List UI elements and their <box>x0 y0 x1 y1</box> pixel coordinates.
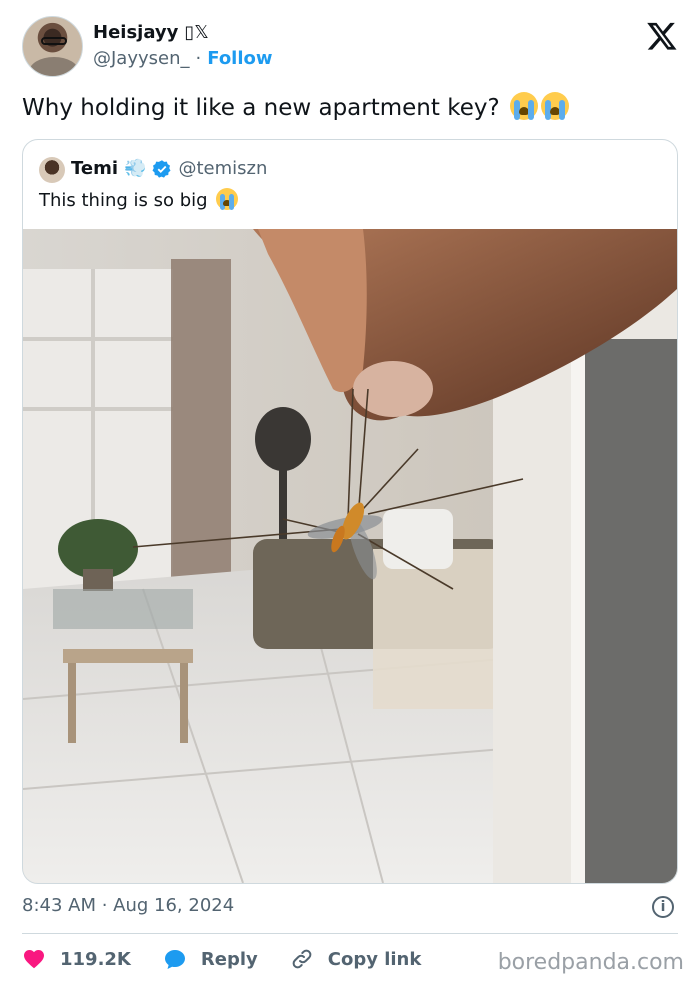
copy-link-label: Copy link <box>327 948 422 970</box>
action-bar: 119.2K Reply Copy link <box>22 944 453 974</box>
quoted-body: This thing is so big <box>39 190 208 211</box>
dash-icon: 💨 <box>124 158 147 179</box>
quoted-author-avatar[interactable] <box>39 157 65 183</box>
x-logo-icon[interactable] <box>646 20 678 52</box>
author-handle-row: @Jayysen_ · Follow <box>93 48 273 69</box>
heart-icon <box>24 950 44 969</box>
link-icon <box>292 949 312 969</box>
like-button[interactable]: 119.2K <box>22 947 131 971</box>
like-count: 119.2K <box>60 948 131 970</box>
quoted-handle[interactable]: @temiszn <box>178 158 267 179</box>
author-avatar[interactable] <box>22 16 83 77</box>
tweet-text: Why holding it like a new apartment key? <box>22 92 569 124</box>
tweet-body: Why holding it like a new apartment key? <box>22 95 500 121</box>
watermark: boredpanda.com <box>497 950 684 975</box>
author-name-suffix: ▯𝕏 <box>184 22 209 43</box>
quoted-text: This thing is so big <box>39 188 239 214</box>
quoted-display-name[interactable]: Temi <box>71 158 118 179</box>
copy-link-button[interactable]: Copy link <box>290 947 422 971</box>
reply-button[interactable]: Reply <box>163 947 258 971</box>
info-icon[interactable]: i <box>652 896 674 918</box>
loudly-crying-face-icon <box>509 92 538 120</box>
divider <box>22 933 678 934</box>
follow-button[interactable]: Follow <box>207 48 272 69</box>
separator-dot: · <box>195 48 202 69</box>
author-handle[interactable]: @Jayysen_ <box>93 48 190 69</box>
quoted-author-row: Temi 💨 @temiszn <box>71 158 267 179</box>
tweet-header: Heisjayy ▯𝕏 @Jayysen_ · Follow <box>22 16 678 78</box>
loudly-crying-face-icon <box>540 92 569 120</box>
reply-icon <box>164 950 185 969</box>
tweet-timestamp[interactable]: 8:43 AM · Aug 16, 2024 <box>22 895 234 916</box>
author-name-row: Heisjayy ▯𝕏 <box>93 22 209 43</box>
reply-label: Reply <box>200 948 258 970</box>
quoted-media-photo[interactable] <box>23 229 677 883</box>
quoted-tweet-card[interactable]: Temi 💨 @temiszn This thing is so big <box>22 139 678 884</box>
author-display-name[interactable]: Heisjayy <box>93 22 178 43</box>
verified-badge-icon <box>152 159 171 178</box>
loudly-crying-face-icon <box>216 188 239 210</box>
